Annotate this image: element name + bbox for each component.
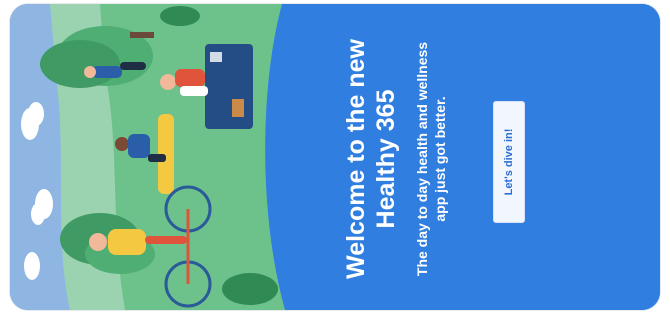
welcome-headline: Welcome to the new Healthy 365 bbox=[342, 39, 400, 279]
picnic-blanket bbox=[205, 44, 253, 129]
welcome-subline: The day to day health and wellness app j… bbox=[414, 41, 448, 277]
welcome-panel bbox=[272, 4, 660, 310]
onboarding-screen: Welcome to the new Healthy 365 The day t… bbox=[10, 4, 660, 310]
dive-in-button[interactable]: Let's dive in! bbox=[493, 101, 525, 223]
welcome-text: Welcome to the new Healthy 365 The day t… bbox=[341, 29, 449, 289]
